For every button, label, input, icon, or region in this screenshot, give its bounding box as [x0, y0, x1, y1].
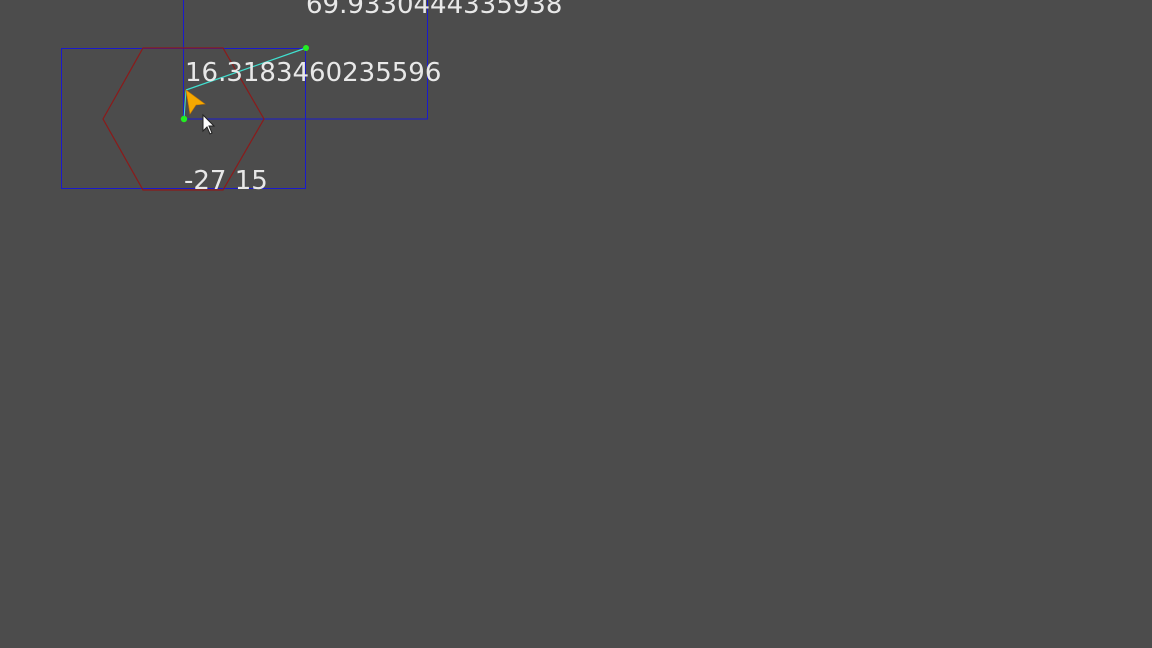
- target-point: [303, 45, 309, 51]
- direction-vector-stem: [183, 89, 187, 120]
- value-label-bottom: -27 15: [184, 166, 268, 196]
- value-label-top: 69.9330444335938: [306, 0, 563, 20]
- game-viewport[interactable]: 69.9330444335938 16.3183460235596 -27 15: [0, 0, 1152, 648]
- mouse-pointer-icon: [202, 113, 216, 135]
- origin-point: [180, 115, 188, 123]
- debug-overlay: [61, 0, 428, 191]
- value-label-middle: 16.3183460235596: [185, 58, 442, 88]
- orange-arrow-icon[interactable]: [185, 89, 206, 115]
